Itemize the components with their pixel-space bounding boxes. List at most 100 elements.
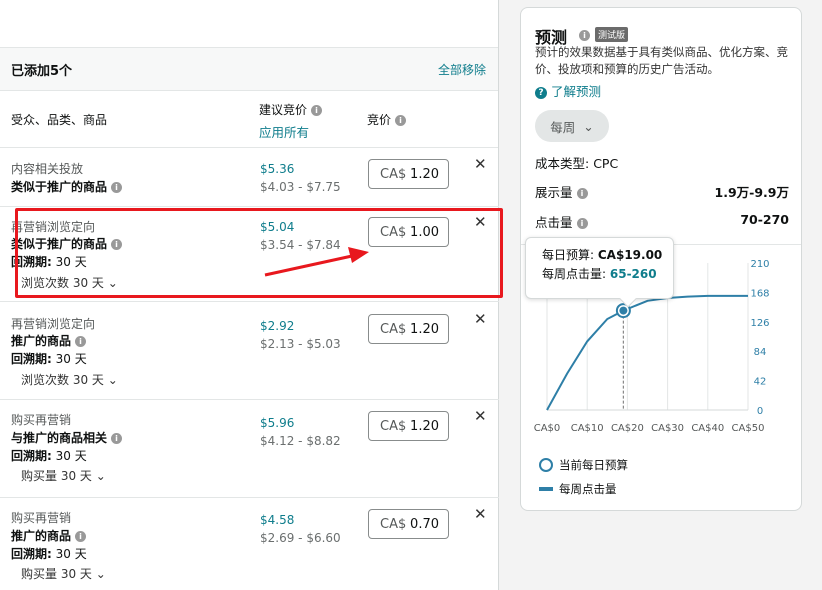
lookback-value: 30 天 <box>55 449 87 463</box>
chevron-down-icon: ⌄ <box>95 469 106 483</box>
impressions-label: 展示量 <box>535 185 573 200</box>
suggested-bid-header-label: 建议竞价 <box>259 103 308 117</box>
impressions-label-wrap: 展示量 i <box>535 182 588 201</box>
target-type: 内容相关投放 <box>11 162 84 176</box>
info-icon[interactable]: i <box>111 433 123 444</box>
panel-top-spacer <box>0 0 498 48</box>
x-tick-label: CA$40 <box>691 423 724 434</box>
bid-input[interactable]: CA$ 1.20 <box>368 314 449 344</box>
suggested-bid-range: $4.03 - $7.75 <box>260 180 341 194</box>
suggested-bid[interactable]: $4.58 <box>260 513 294 527</box>
legend-weekly-clicks-label: 每周点击量 <box>559 482 617 496</box>
info-icon[interactable]: i <box>395 115 407 126</box>
currency-label: CA$ <box>380 321 407 337</box>
chevron-down-icon: ⌄ <box>95 567 106 581</box>
bid-input[interactable]: CA$ 1.20 <box>368 159 449 189</box>
currency-label: CA$ <box>380 516 407 532</box>
cost-type-row: 成本类型: CPC <box>535 153 789 172</box>
legend-current-budget: 当前每日预算 <box>539 457 628 473</box>
info-icon[interactable]: i <box>311 105 323 116</box>
info-icon[interactable]: i <box>75 336 87 347</box>
close-icon[interactable]: ✕ <box>474 505 487 523</box>
circle-marker-icon <box>539 458 553 472</box>
lookback-dropdown[interactable]: 浏览次数 30 天 ⌄ <box>21 371 118 388</box>
table-row: 购买再营销 与推广的商品相关 i 回溯期: 30 天 购买量 30 天 ⌄ $5.… <box>0 400 499 498</box>
bid-value: 1.20 <box>410 418 439 434</box>
y-tick-label: 42 <box>754 377 767 388</box>
added-header: 已添加5个 全部移除 <box>0 48 498 91</box>
info-icon[interactable]: i <box>75 531 87 542</box>
y-tick-label: 210 <box>750 259 769 270</box>
table-row: 再营销浏览定向 推广的商品 i 回溯期: 30 天 浏览次数 30 天 ⌄ $2.… <box>0 302 499 400</box>
bid-header-label: 竞价 <box>367 113 392 127</box>
suggested-bid-range: $4.12 - $8.82 <box>260 434 341 448</box>
chart-tooltip: 每日预算: CA$19.00 每周点击量: 65-260 <box>525 237 674 308</box>
learn-forecast-link[interactable]: ? 了解预测 <box>535 81 601 100</box>
target-type: 再营销浏览定向 <box>11 317 96 331</box>
target-name: 类似于推广的商品 i <box>11 178 123 195</box>
info-icon[interactable]: i <box>579 30 590 41</box>
beta-badge: 测试版 <box>595 27 629 42</box>
legend-weekly-clicks: 每周点击量 <box>539 481 617 497</box>
line-swatch-icon <box>539 487 553 491</box>
x-tick-label: CA$0 <box>534 423 561 434</box>
chevron-down-icon: ⌄ <box>583 118 594 134</box>
lookback-label: 回溯期: <box>11 449 52 463</box>
lookback-label: 回溯期: <box>11 352 52 366</box>
suggested-bid-column-header: 建议竞价 i 应用所有 <box>259 101 323 141</box>
weekly-clicks-line <box>546 294 748 411</box>
suggested-bid-range: $2.69 - $6.60 <box>260 531 341 545</box>
target-name-label: 推广的商品 <box>11 529 72 543</box>
target-name: 与推广的商品相关 i <box>11 429 123 446</box>
y-tick-label: 168 <box>750 288 769 299</box>
clicks-label: 点击量 <box>535 215 573 230</box>
table-row: 内容相关投放 类似于推广的商品 i $5.36 $4.03 - $7.75 CA$… <box>0 149 499 207</box>
lookback-period: 回溯期: 30 天 <box>11 350 87 367</box>
currency-label: CA$ <box>380 166 407 182</box>
suggested-bid[interactable]: $2.92 <box>260 319 294 333</box>
cost-type-value: CPC <box>593 156 619 171</box>
info-icon[interactable]: i <box>576 218 588 229</box>
lookback-dropdown-label: 购买量 30 天 <box>21 469 92 483</box>
lookback-dropdown[interactable]: 购买量 30 天 ⌄ <box>21 467 106 484</box>
target-name: 推广的商品 i <box>11 332 87 349</box>
current-budget-marker-dot <box>619 306 628 315</box>
clicks-label-wrap: 点击量 i <box>535 212 588 231</box>
suggested-bid[interactable]: $5.36 <box>260 162 294 176</box>
lookback-value: 30 天 <box>55 352 87 366</box>
target-type: 购买再营销 <box>11 511 72 525</box>
bid-column-header: 竞价 i <box>367 111 407 128</box>
x-tick-label: CA$50 <box>732 423 765 434</box>
close-icon[interactable]: ✕ <box>474 155 487 173</box>
y-tick-label: 0 <box>757 406 763 417</box>
close-icon[interactable]: ✕ <box>474 407 487 425</box>
info-icon[interactable]: i <box>111 182 123 193</box>
remove-all-link[interactable]: 全部移除 <box>438 61 486 78</box>
bid-value: 1.20 <box>410 321 439 337</box>
lookback-dropdown-label: 浏览次数 30 天 <box>21 373 104 387</box>
bid-input[interactable]: CA$ 0.70 <box>368 509 449 539</box>
bid-value: 1.20 <box>410 166 439 182</box>
lookback-period: 回溯期: 30 天 <box>11 545 87 562</box>
target-type: 购买再营销 <box>11 413 72 427</box>
info-icon[interactable]: i <box>576 188 588 199</box>
lookback-dropdown-label: 购买量 30 天 <box>21 567 92 581</box>
lookback-dropdown[interactable]: 购买量 30 天 ⌄ <box>21 565 106 582</box>
suggested-bid[interactable]: $5.96 <box>260 416 294 430</box>
apply-all-link[interactable]: 应用所有 <box>259 122 322 141</box>
lookback-period: 回溯期: 30 天 <box>11 447 87 464</box>
cost-type-label: 成本类型: <box>535 156 590 171</box>
bid-input[interactable]: CA$ 1.20 <box>368 411 449 441</box>
column-headers: 受众、品类、商品 建议竞价 i 应用所有 竞价 i <box>0 91 498 148</box>
impressions-value: 1.9万-9.9万 <box>714 185 789 200</box>
close-icon[interactable]: ✕ <box>474 310 487 328</box>
tooltip-clicks: 每周点击量: 65-260 <box>542 265 673 284</box>
target-name-label: 与推广的商品相关 <box>11 431 108 445</box>
clicks-row: 点击量 i 70-270 <box>535 212 789 231</box>
forecast-description: 预计的效果数据基于具有类似商品、优化方案、竞价、投放项和预算的历史广告活动。 <box>535 45 788 76</box>
highlight-box <box>15 208 503 298</box>
target-name-label: 类似于推广的商品 <box>11 180 108 194</box>
period-dropdown[interactable]: 每周 ⌄ <box>535 110 609 142</box>
target-name: 推广的商品 i <box>11 527 87 544</box>
tooltip-clicks-value: 65-260 <box>609 267 657 281</box>
